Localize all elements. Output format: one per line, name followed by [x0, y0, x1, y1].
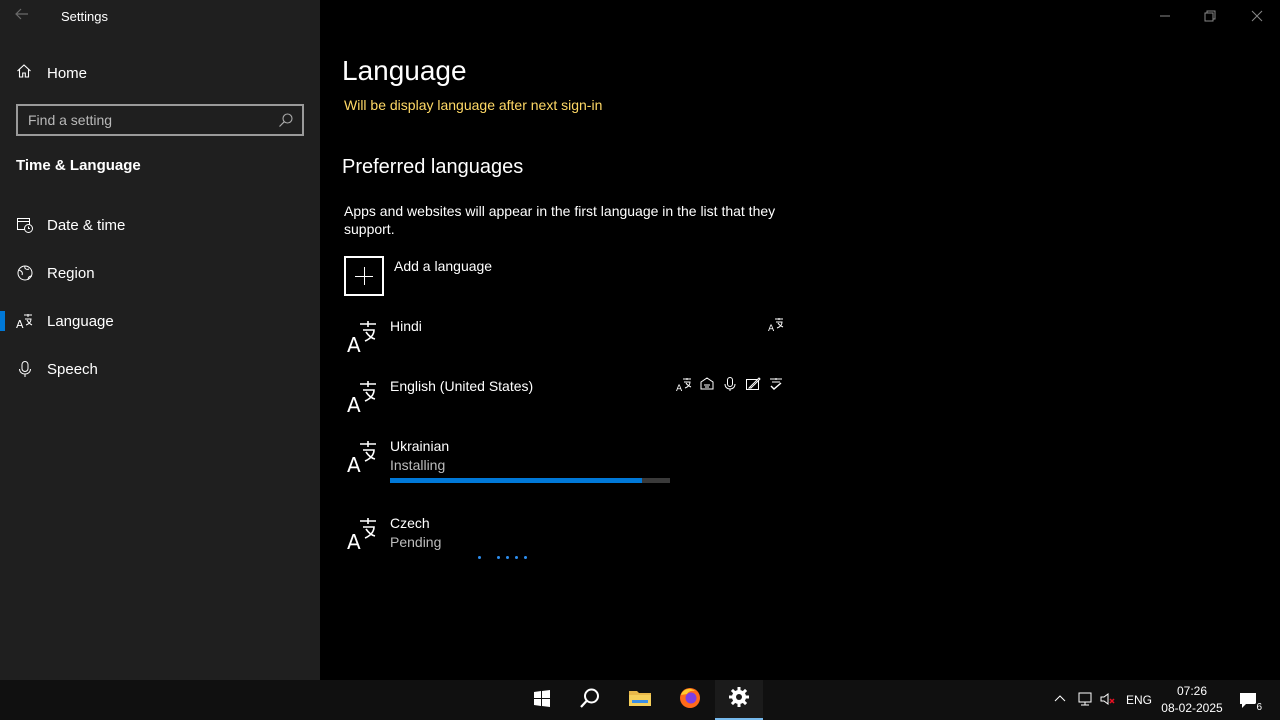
input-language-label: ENG	[1126, 693, 1153, 707]
taskbar: ENG 07:26 08-02-2025 6	[0, 680, 1280, 720]
display-language-icon: A	[676, 376, 692, 397]
sidebar-item-region[interactable]: Region	[0, 253, 320, 293]
svg-text:A: A	[347, 393, 361, 416]
pending-progress-dots	[478, 556, 533, 559]
install-progress-fill	[390, 478, 642, 483]
add-language-label: Add a language	[394, 258, 493, 274]
input-language-indicator[interactable]: ENG	[1126, 680, 1152, 720]
preferred-languages-description: Apps and websites will appear in the fir…	[344, 203, 776, 237]
language-glyph-icon: A	[346, 376, 380, 417]
sidebar-item-label: Region	[47, 264, 95, 282]
language-name: Ukrainian	[390, 438, 450, 454]
language-item-english[interactable]: A English (United States) A	[344, 376, 784, 432]
language-name: Hindi	[390, 318, 422, 334]
home-icon	[16, 63, 32, 84]
settings-app-button[interactable]	[715, 680, 763, 720]
svg-text:A: A	[347, 530, 361, 553]
language-item-czech[interactable]: A Czech Pending	[344, 513, 784, 569]
language-item-hindi[interactable]: A Hindi A	[344, 316, 784, 372]
start-button[interactable]	[518, 680, 566, 720]
firefox-button[interactable]	[666, 680, 714, 720]
page-title: Language	[342, 55, 467, 86]
search-icon[interactable]	[278, 112, 294, 128]
app-title: Settings	[61, 9, 108, 24]
language-glyph-icon: A	[346, 436, 380, 477]
sidebar-item-label: Speech	[47, 360, 98, 378]
show-hidden-icons-button[interactable]	[1053, 680, 1067, 720]
text-to-speech-icon	[699, 376, 715, 397]
file-explorer-button[interactable]	[616, 680, 664, 720]
restore-icon[interactable]	[1202, 8, 1218, 24]
language-item-ukrainian[interactable]: A Ukrainian Installing	[344, 436, 784, 492]
volume-button[interactable]	[1099, 680, 1117, 720]
windows-logo-icon	[533, 689, 551, 712]
gear-icon	[728, 686, 750, 713]
home-label: Home	[47, 64, 88, 82]
handwriting-icon	[745, 376, 761, 397]
sidebar-item-language[interactable]: A Language	[0, 301, 320, 341]
minimize-icon[interactable]	[1157, 8, 1173, 24]
svg-text:A: A	[347, 333, 361, 356]
globe-icon	[16, 264, 34, 282]
back-arrow-icon[interactable]	[14, 6, 34, 26]
preferred-languages-heading: Preferred languages	[342, 156, 524, 178]
clock-date: 08-02-2025	[1161, 701, 1223, 715]
firefox-icon	[678, 686, 702, 715]
plus-icon	[344, 256, 384, 296]
volume-muted-icon	[1099, 691, 1117, 710]
language-icon: A	[16, 312, 34, 331]
network-icon	[1076, 691, 1094, 710]
search-icon	[579, 687, 601, 714]
display-language-notice: Will be display language after next sign…	[344, 97, 603, 113]
home-nav-item[interactable]: Home	[16, 62, 87, 84]
notification-count: 6	[1254, 702, 1264, 713]
microphone-icon	[16, 360, 34, 378]
search-input[interactable]: Find a setting	[16, 104, 304, 136]
taskbar-search-button[interactable]	[566, 680, 614, 720]
language-features: A	[676, 376, 784, 397]
action-center-button[interactable]: 6	[1238, 680, 1264, 720]
sidebar: Settings Home Find a setting Time & Lang…	[0, 0, 320, 680]
language-glyph-icon: A	[346, 316, 380, 357]
language-name: English (United States)	[390, 378, 534, 394]
svg-text:A: A	[347, 453, 361, 476]
clock[interactable]: 07:26 08-02-2025	[1158, 683, 1226, 717]
svg-text:A: A	[768, 324, 775, 332]
notification-icon: 6	[1238, 690, 1264, 713]
close-icon[interactable]	[1249, 8, 1265, 24]
calendar-clock-icon	[16, 216, 34, 234]
language-features: A	[768, 316, 784, 337]
add-language-button[interactable]: Add a language	[344, 256, 492, 296]
display-language-icon: A	[768, 316, 784, 337]
spell-check-icon	[768, 376, 784, 397]
speech-recognition-icon	[722, 376, 738, 397]
search-placeholder: Find a setting	[28, 112, 113, 128]
language-status: Pending	[390, 534, 442, 550]
sidebar-item-date-time[interactable]: Date & time	[0, 205, 320, 245]
language-status: Installing	[390, 457, 446, 473]
sidebar-item-label: Language	[47, 312, 114, 330]
sidebar-item-speech[interactable]: Speech	[0, 349, 320, 389]
svg-text:A: A	[16, 318, 24, 330]
folder-icon	[628, 688, 652, 713]
main-content: Language Will be display language after …	[320, 0, 1280, 680]
clock-time: 07:26	[1176, 684, 1208, 698]
network-button[interactable]	[1076, 680, 1094, 720]
sidebar-item-label: Date & time	[47, 216, 126, 234]
section-title: Time & Language	[16, 157, 141, 174]
svg-text:A: A	[676, 384, 683, 392]
install-progress-bar	[390, 478, 670, 483]
language-glyph-icon: A	[346, 513, 380, 554]
chevron-up-icon	[1053, 692, 1067, 709]
language-name: Czech	[390, 515, 430, 531]
